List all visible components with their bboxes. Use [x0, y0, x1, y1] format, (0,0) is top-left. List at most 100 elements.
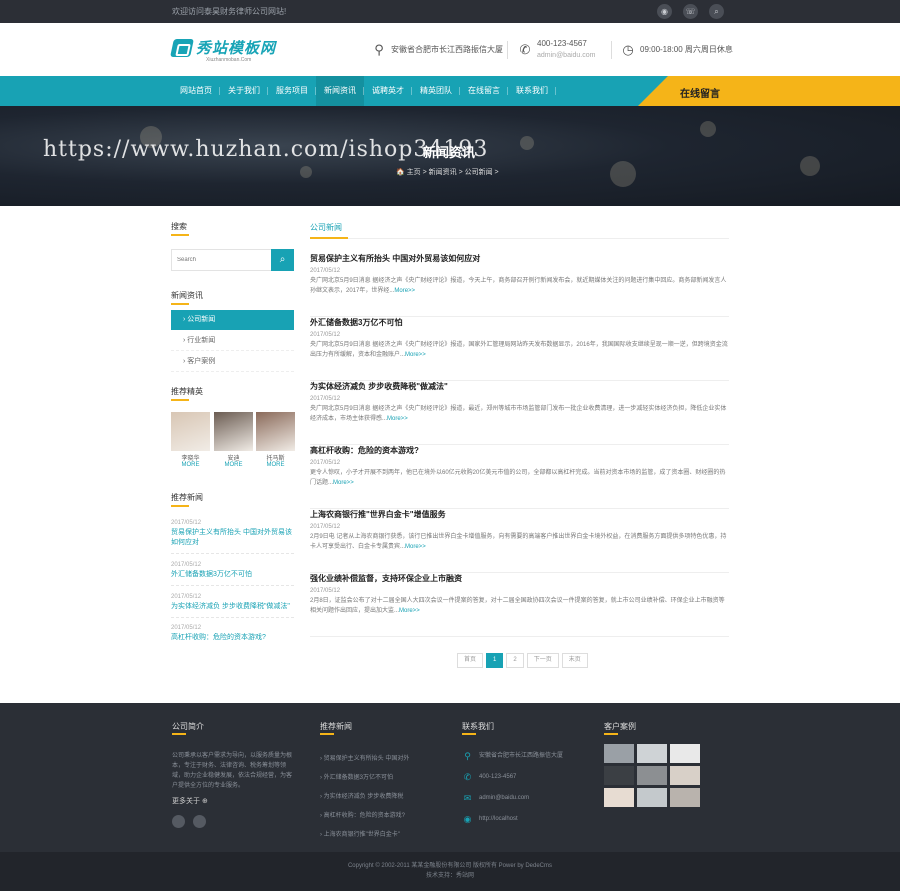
news-link[interactable]: 外汇储备数据3万亿不可怕 — [171, 570, 294, 580]
case-thumbnail[interactable] — [670, 766, 700, 785]
case-thumbnail[interactable] — [637, 788, 667, 807]
recommended-news-item[interactable]: 2017/05/12 高杠杆收购：危险的资本游戏? — [171, 625, 294, 648]
case-thumbnail[interactable] — [670, 788, 700, 807]
more-link[interactable]: More>> — [405, 544, 426, 550]
category-client-cases[interactable]: › 客户案例 — [171, 352, 294, 372]
recommended-news-item[interactable]: 2017/05/12 外汇储备数据3万亿不可怕 — [171, 562, 294, 586]
news-date: 2017/05/12 — [171, 594, 202, 600]
team-member-more[interactable]: MORE — [214, 462, 253, 468]
news-link[interactable]: 为实体经济减负 步步收费降税"做减法" — [171, 602, 294, 612]
footer-social — [172, 815, 295, 828]
footer-news-link[interactable]: › 外汇储备数据3万亿不可怕 — [320, 769, 409, 788]
page-1[interactable]: 1 — [486, 653, 504, 668]
phone-icon: ✆ — [463, 772, 472, 782]
welcome-text: 欢迎访问泰昊财务律师公司网站! — [172, 7, 287, 16]
news-title[interactable]: 为实体经济减负 步步收费降税"做减法" — [310, 381, 729, 392]
news-title[interactable]: 外汇储备数据3万亿不可怕 — [310, 317, 729, 328]
support-text[interactable]: 技术支持：秀站网 — [0, 871, 900, 881]
footer-news-link[interactable]: › 高杠杆收购：危险的资本游戏? — [320, 807, 409, 826]
email-text[interactable]: admin@baidu.com — [537, 50, 595, 62]
case-thumbnail[interactable] — [604, 744, 634, 763]
wechat-icon[interactable] — [193, 815, 206, 828]
search-input[interactable] — [172, 250, 272, 270]
nav-item-team[interactable]: 精英团队 — [412, 76, 460, 106]
team-member-card[interactable]: 托马斯 MORE — [256, 412, 295, 468]
excerpt-text: 2月8日，证监会公布了对十二届全国人大四次会议一件提案的答复，对十二届全国政协四… — [310, 598, 725, 614]
case-thumbnail-grid — [604, 744, 700, 807]
wechat-icon[interactable]: ☏ — [683, 4, 698, 19]
more-link[interactable]: More>> — [394, 288, 415, 294]
news-date: 2017/05/12 — [171, 520, 202, 526]
search-button[interactable]: ⌕ — [271, 249, 294, 271]
excerpt-text: 2月9日电 记者从上海农商银行获悉，该行已推出世界白金卡增值服务，向有需要的高端… — [310, 534, 727, 550]
recommended-news-item[interactable]: 2017/05/12 贸易保护主义有所抬头 中国对外贸易该如何应对 — [171, 520, 294, 554]
team-member-more[interactable]: MORE — [171, 462, 210, 468]
copyright-bar: Copyright © 2002-2011 某某金融股份有限公司 版权所有 Po… — [0, 852, 900, 891]
news-link[interactable]: 贸易保护主义有所抬头 中国对外贸易该如何应对 — [171, 528, 294, 548]
weibo-icon[interactable] — [172, 815, 185, 828]
more-link[interactable]: More>> — [333, 480, 354, 486]
footer-news-link[interactable]: › 为实体经济减负 步步收费降税 — [320, 788, 409, 807]
footer-news-text: 高杠杆收购：危险的资本游戏? — [323, 813, 406, 819]
team-member-photo — [214, 412, 253, 451]
nav-item-services[interactable]: 服务项目 — [268, 76, 316, 106]
footer-news-link[interactable]: › 贸易保护主义有所抬头 中国对外 — [320, 750, 409, 769]
contact-text: http://localhost — [479, 816, 518, 822]
online-message-button[interactable]: 在线留言 — [638, 76, 900, 106]
footer-intro-title: 公司简介 — [172, 721, 295, 735]
site-logo[interactable]: 秀站模板网 — [170, 37, 276, 58]
section-title: 公司新闻 — [310, 222, 729, 239]
nav-item-home[interactable]: 网站首页 — [172, 76, 220, 106]
recommended-news-item[interactable]: 2017/05/12 为实体经济减负 步步收费降税"做减法" — [171, 594, 294, 618]
case-thumbnail[interactable] — [637, 766, 667, 785]
page-2[interactable]: 2 — [506, 653, 524, 668]
recommended-news-title: 推荐新闻 — [171, 493, 203, 507]
news-excerpt: 央广网北京5月9日消息 据经济之声《央广财经评论》报道，最近，郑州等城市市场监管… — [310, 404, 729, 424]
web-icon: ◉ — [463, 814, 472, 824]
news-title[interactable]: 强化业绩补偿监督，支持环保企业上市融资 — [310, 573, 729, 584]
page-next[interactable]: 下一页 — [526, 653, 559, 668]
news-item: 贸易保护主义有所抬头 中国对外贸易该如何应对 2017/05/12 央广网北京5… — [310, 253, 729, 317]
team-member-card[interactable]: 安迪 MORE — [214, 412, 253, 468]
team-member-name: 李晓华 — [181, 456, 200, 462]
news-date: 2017/05/12 — [310, 588, 341, 594]
footer-website[interactable]: ◉ http://localhost — [462, 809, 563, 830]
nav-item-message[interactable]: 在线留言 — [460, 76, 508, 106]
contact-text: admin@baidu.com — [479, 795, 530, 801]
news-date: 2017/05/12 — [310, 268, 341, 274]
case-thumbnail[interactable] — [670, 744, 700, 763]
nav-item-jobs[interactable]: 诚聘英才 — [364, 76, 412, 106]
news-title[interactable]: 贸易保护主义有所抬头 中国对外贸易该如何应对 — [310, 253, 729, 264]
news-title[interactable]: 高杠杆收购：危险的资本游戏? — [310, 445, 729, 456]
weibo-icon[interactable]: ◉ — [657, 4, 672, 19]
case-thumbnail[interactable] — [604, 788, 634, 807]
category-company-news[interactable]: › 公司新闻 — [171, 310, 294, 330]
footer-more-link[interactable]: 更多关于 ⊕ — [172, 796, 295, 806]
case-thumbnail[interactable] — [604, 766, 634, 785]
footer-news-link[interactable]: › 上海农商银行推"世界白金卡" — [320, 826, 409, 845]
nav-item-news[interactable]: 新闻资讯 — [316, 76, 364, 106]
more-link[interactable]: More>> — [399, 608, 420, 614]
header-divider — [611, 41, 612, 59]
nav-item-contact[interactable]: 联系我们 — [508, 76, 556, 106]
banner-bokeh — [300, 166, 312, 178]
page-last[interactable]: 末页 — [561, 653, 588, 668]
phone-text: 400-123-4567 — [537, 38, 587, 48]
hours-text: 09:00-18:00 周六周日休息 — [640, 44, 733, 54]
more-link[interactable]: More>> — [387, 416, 408, 422]
search-icon[interactable]: ⌕ — [709, 4, 724, 19]
footer-email[interactable]: ✉ admin@baidu.com — [462, 788, 563, 809]
nav-item-about[interactable]: 关于我们 — [220, 76, 268, 106]
team-member-more[interactable]: MORE — [256, 462, 295, 468]
online-message-label: 在线留言 — [680, 89, 720, 100]
page-first[interactable]: 首页 — [457, 653, 484, 668]
news-title[interactable]: 上海农商银行推"世界白金卡"增值服务 — [310, 509, 729, 520]
team-member-card[interactable]: 李晓华 MORE — [171, 412, 210, 468]
case-thumbnail[interactable] — [637, 744, 667, 763]
category-industry-news[interactable]: › 行业新闻 — [171, 331, 294, 351]
category-label: 公司新闻 — [187, 316, 216, 323]
news-date: 2017/05/12 — [310, 524, 341, 530]
news-link[interactable]: 高杠杆收购：危险的资本游戏? — [171, 633, 294, 643]
more-link[interactable]: More>> — [405, 352, 426, 358]
breadcrumb[interactable]: 🏠 主页 > 新闻资讯 > 公司新闻 > — [396, 167, 499, 177]
